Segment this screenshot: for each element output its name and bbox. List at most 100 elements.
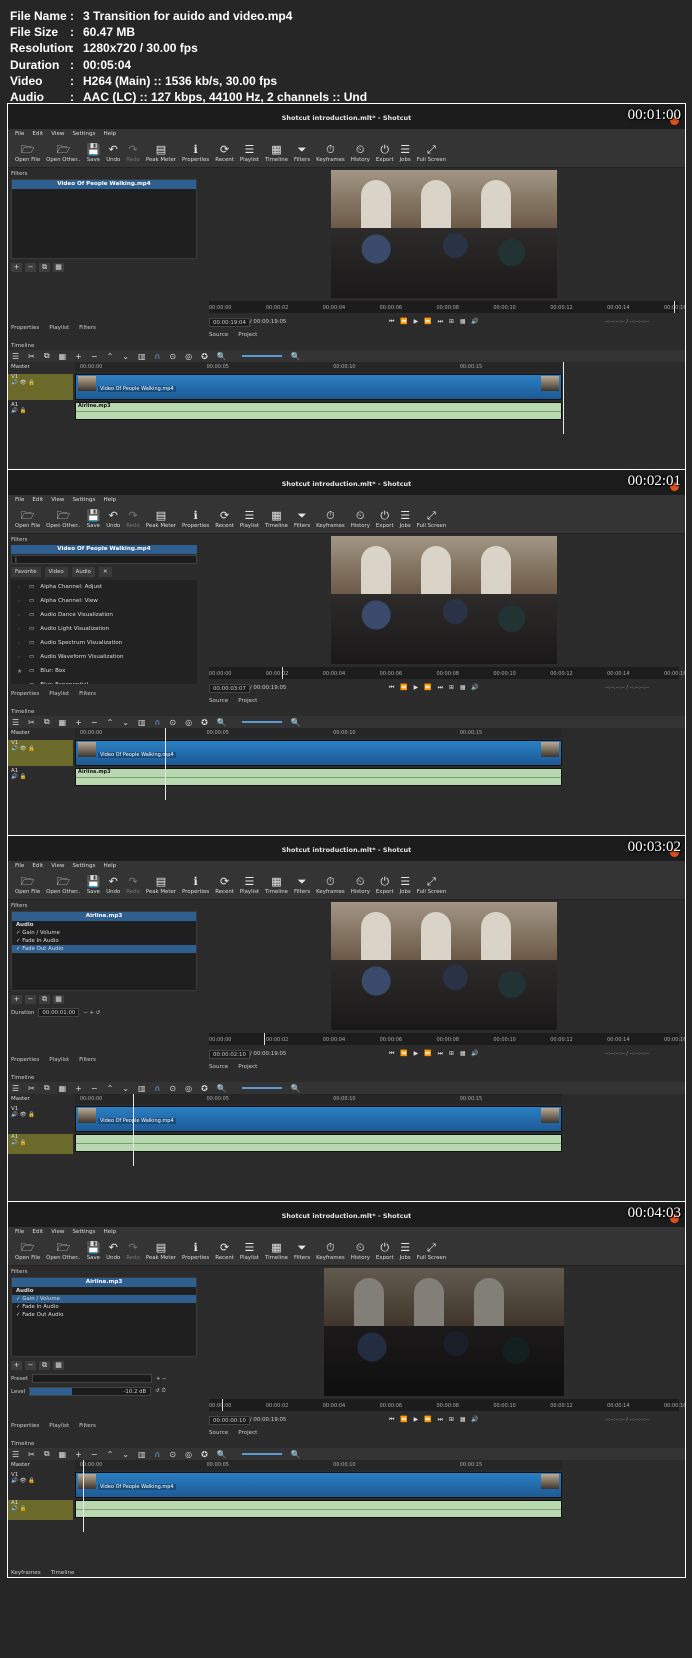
tab-source[interactable]: Source (209, 1430, 228, 1436)
copy-icon[interactable]: ⧉ (44, 1449, 50, 1459)
ripple-all-icon[interactable]: ✪ (201, 1084, 208, 1093)
preset-buttons-icon[interactable]: + − (156, 1376, 167, 1382)
tab-filters[interactable]: Filters (79, 1423, 96, 1429)
timeline-menu-icon[interactable]: ☰ (12, 1084, 19, 1093)
menu-help[interactable]: Help (103, 861, 116, 872)
toolbar-open-file-button[interactable]: 🗁 Open File (12, 506, 43, 533)
video-clip[interactable]: Video Of People Walking.mp4 (75, 1472, 562, 1498)
menu-view[interactable]: View (51, 495, 64, 506)
timeline-menu-icon[interactable]: ☰ (12, 718, 19, 727)
toolbar-properties-button[interactable]: ℹ Properties (179, 1238, 212, 1265)
tab-project[interactable]: Project (238, 1430, 257, 1436)
copy-filter-button[interactable]: ⧉ (39, 1361, 50, 1370)
zoom-in-icon[interactable]: 🔍 (291, 1450, 301, 1459)
paste-icon[interactable]: ▦ (59, 1450, 67, 1459)
audio-clip[interactable] (75, 1500, 562, 1518)
track-v1-header[interactable]: V1 🔊 👁 🔒 (8, 1472, 73, 1498)
timecode-input[interactable]: 00:00:03:07 (209, 683, 250, 693)
transport-controls-icon[interactable]: ⏮ ⏪ ▶ ⏩ ⏭ ⊞ ▦ 🔊 (389, 1050, 481, 1058)
lift-icon[interactable]: ⌃ (107, 1450, 114, 1459)
menu-help[interactable]: Help (103, 129, 116, 140)
attached-filter-item[interactable]: ✓ Gain / Volume (12, 929, 196, 937)
scrub-icon[interactable]: ⊙ (169, 352, 176, 361)
menu-file[interactable]: File (15, 1227, 24, 1238)
paste-filter-button[interactable]: ▦ (53, 995, 64, 1004)
zoom-slider[interactable] (241, 1453, 282, 1455)
toolbar-peak-meter-button[interactable]: ▤ Peak Meter (143, 872, 179, 899)
copy-filter-button[interactable]: ⧉ (39, 263, 50, 272)
timecode-input[interactable]: 00:00:02:10 (209, 1049, 250, 1059)
cut-icon[interactable]: ✂ (28, 1450, 35, 1459)
attached-filter-item[interactable]: ✓ Fade Out Audio (12, 945, 196, 953)
track-v1-header[interactable]: V1 🔊 👁 🔒 (8, 740, 73, 766)
paste-icon[interactable]: ▦ (59, 1084, 67, 1093)
level-slider[interactable]: -10.2 dB (29, 1387, 152, 1396)
toolbar-peak-meter-button[interactable]: ▤ Peak Meter (143, 140, 179, 167)
menu-settings[interactable]: Settings (73, 495, 96, 506)
tab-properties[interactable]: Properties (11, 325, 39, 331)
toolbar-properties-button[interactable]: ℹ Properties (179, 872, 212, 899)
toolbar-open-other-button[interactable]: 🗁 Open Other.. (43, 872, 83, 899)
timeline-playhead[interactable] (83, 1460, 84, 1532)
video-clip[interactable]: Video Of People Walking.mp4 (75, 740, 562, 766)
attached-filter-item[interactable]: ✓ Fade In Audio (12, 937, 196, 945)
toolbar-jobs-button[interactable]: ☰ Jobs (397, 872, 414, 899)
favorite-star-icon[interactable]: ◦ (17, 654, 23, 661)
toolbar-redo-button[interactable]: ↷ Redo (123, 872, 143, 899)
toolbar-history-button[interactable]: ⏲ History (348, 140, 373, 167)
track-controls-icon[interactable]: 🔊 👁 🔒 (11, 1478, 73, 1484)
filter-picker-item[interactable]: ★ ▭ Blur: Box (11, 664, 197, 678)
menu-file[interactable]: File (15, 861, 24, 872)
toolbar-keyframes-button[interactable]: ⏱ Keyframes (313, 1238, 348, 1265)
filter-category-video[interactable]: Video (44, 567, 68, 577)
zoom-in-icon[interactable]: 🔍 (291, 1084, 301, 1093)
cut-icon[interactable]: ✂ (28, 352, 35, 361)
menu-settings[interactable]: Settings (73, 1227, 96, 1238)
track-a1-header[interactable]: A1 🔊 🔒 (8, 768, 73, 788)
player-playhead[interactable] (264, 1033, 266, 1045)
tab-playlist[interactable]: Playlist (49, 1057, 69, 1063)
ripple-icon[interactable]: ◎ (185, 718, 192, 727)
favorite-star-icon[interactable]: ◦ (17, 584, 23, 591)
remove-icon[interactable]: − (91, 352, 98, 361)
tab-properties[interactable]: Properties (11, 1423, 39, 1429)
toolbar-peak-meter-button[interactable]: ▤ Peak Meter (143, 506, 179, 533)
snap-icon[interactable]: ∩ (155, 718, 161, 727)
append-icon[interactable]: + (75, 1084, 82, 1093)
favorite-star-icon[interactable]: ◦ (17, 626, 23, 633)
menu-edit[interactable]: Edit (32, 129, 43, 140)
zoom-slider[interactable] (241, 721, 282, 723)
menu-view[interactable]: View (51, 861, 64, 872)
audio-clip[interactable]: Airline.mp3 (75, 768, 562, 786)
menu-view[interactable]: View (51, 129, 64, 140)
filter-picker-item[interactable]: ◦ ▭ Audio Dance Visualization (11, 608, 197, 622)
tab-project[interactable]: Project (238, 332, 257, 338)
append-icon[interactable]: + (75, 1450, 82, 1459)
lift-icon[interactable]: ⌃ (107, 1084, 114, 1093)
ripple-all-icon[interactable]: ✪ (201, 1450, 208, 1459)
menu-help[interactable]: Help (103, 495, 116, 506)
timeline-playhead[interactable] (165, 728, 166, 800)
zoom-slider[interactable] (241, 1087, 282, 1089)
player-playhead[interactable] (222, 1399, 224, 1411)
attached-filter-item[interactable]: ✓ Fade Out Audio (12, 1311, 196, 1319)
audio-clip[interactable] (75, 1134, 562, 1152)
timeline-menu-icon[interactable]: ☰ (12, 352, 19, 361)
scrub-icon[interactable]: ⊙ (169, 718, 176, 727)
toolbar-properties-button[interactable]: ℹ Properties (179, 140, 212, 167)
transport-controls-icon[interactable]: ⏮ ⏪ ▶ ⏩ ⏭ ⊞ ▦ 🔊 (389, 684, 481, 692)
toolbar-save-button[interactable]: 💾 Save (84, 506, 104, 533)
tab-properties[interactable]: Properties (11, 691, 39, 697)
toolbar-playlist-button[interactable]: ☰ Playlist (237, 872, 262, 899)
toolbar-keyframes-button[interactable]: ⏱ Keyframes (313, 140, 348, 167)
toolbar-jobs-button[interactable]: ☰ Jobs (397, 506, 414, 533)
toolbar-keyframes-button[interactable]: ⏱ Keyframes (313, 506, 348, 533)
toolbar-playlist-button[interactable]: ☰ Playlist (237, 140, 262, 167)
track-controls-icon[interactable]: 🔊 👁 🔒 (11, 746, 73, 752)
toolbar-export-button[interactable]: ⏻ Export (373, 506, 397, 533)
ripple-icon[interactable]: ◎ (185, 1450, 192, 1459)
remove-icon[interactable]: − (91, 1450, 98, 1459)
attached-filter-item[interactable]: ✓ Fade In Audio (12, 1303, 196, 1311)
tab-keyframes[interactable]: Keyframes (11, 1570, 41, 1576)
tab-playlist[interactable]: Playlist (49, 691, 69, 697)
